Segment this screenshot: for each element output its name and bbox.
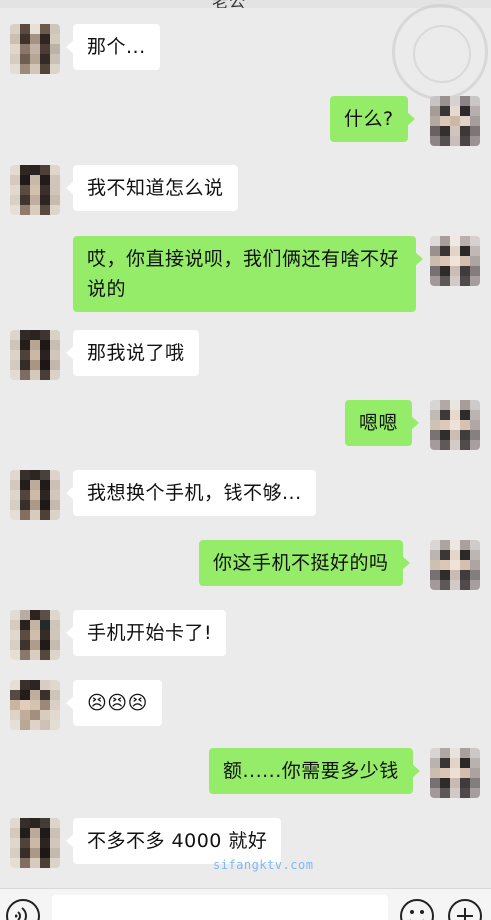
message-row: 😣😣😣: [0, 680, 491, 734]
message-input[interactable]: [52, 895, 388, 920]
message-row: 哎，你直接说呗，我们俩还有啥不好说的: [0, 236, 491, 312]
chat-title: 老公: [212, 0, 246, 8]
message-bubble-incoming[interactable]: 我不知道怎么说: [66, 165, 238, 211]
message-row: 手机开始卡了!: [0, 610, 491, 664]
message-bubble-incoming[interactable]: 😣😣😣: [66, 680, 162, 726]
avatar-other[interactable]: [10, 165, 60, 215]
persevering-face-emoji: 😣😣😣: [87, 692, 148, 714]
message-bubble-incoming[interactable]: 那个...: [66, 24, 160, 70]
message-bubble-incoming[interactable]: 我想换个手机，钱不够...: [66, 470, 316, 516]
message-text: 不多不多 4000 就好: [87, 830, 268, 852]
watermark-text: sifangktv.com: [213, 858, 314, 872]
message-bubble-outgoing[interactable]: 什么?: [330, 96, 415, 142]
avatar-other[interactable]: [10, 818, 60, 868]
message-row: 你这手机不挺好的吗: [0, 540, 491, 594]
avatar-me[interactable]: [430, 400, 480, 450]
plus-icon[interactable]: [448, 899, 482, 920]
message-row: 额......你需要多少钱: [0, 748, 491, 802]
avatar-other[interactable]: [10, 610, 60, 660]
message-bubble-outgoing[interactable]: 额......你需要多少钱: [209, 748, 420, 794]
input-bar: [0, 888, 491, 920]
message-row: 我想换个手机，钱不够...: [0, 470, 491, 524]
message-bubble-incoming[interactable]: 手机开始卡了!: [65, 610, 227, 656]
avatar-me[interactable]: [430, 236, 480, 286]
message-row: 我不知道怎么说: [0, 165, 491, 219]
avatar-me[interactable]: [430, 748, 480, 798]
chat-header: 老公: [0, 0, 491, 8]
avatar-me[interactable]: [430, 96, 480, 146]
message-bubble-incoming[interactable]: 那我说了哦: [66, 330, 199, 376]
message-row: 那我说了哦: [0, 330, 491, 384]
voice-icon[interactable]: [6, 899, 40, 920]
message-bubble-outgoing[interactable]: 你这手机不挺好的吗: [199, 540, 410, 586]
message-row: 那个...: [0, 24, 491, 78]
message-row: 什么?: [0, 96, 491, 150]
avatar-other[interactable]: [10, 330, 60, 380]
message-row: 嗯嗯: [0, 400, 491, 454]
avatar-other[interactable]: [10, 470, 60, 520]
avatar-other[interactable]: [10, 24, 60, 74]
message-bubble-outgoing[interactable]: 哎，你直接说呗，我们俩还有啥不好说的: [73, 236, 423, 312]
avatar-me[interactable]: [430, 540, 480, 590]
emoji-face-icon[interactable]: [400, 899, 434, 920]
avatar-other[interactable]: [10, 680, 60, 730]
message-bubble-outgoing[interactable]: 嗯嗯: [345, 400, 420, 446]
